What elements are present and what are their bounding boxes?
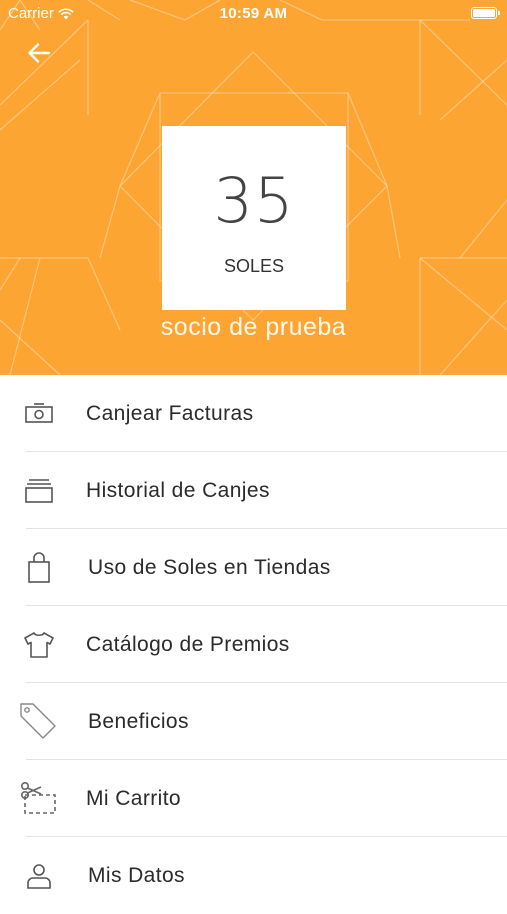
menu-item-label: Uso de Soles en Tiendas [88,556,331,579]
menu-item-mis-datos[interactable]: Mis Datos [0,837,507,914]
back-button[interactable] [22,36,56,70]
menu-item-catalogo-de-premios[interactable]: Catálogo de Premios [0,606,507,683]
menu-item-label: Historial de Canjes [86,479,270,502]
balance-card: 35 SOLES [162,126,346,310]
camera-icon [18,393,60,435]
status-time: 10:59 AM [219,5,288,22]
status-bar: Carrier 10:59 AM [0,0,507,28]
header-banner: Carrier 10:59 AM 35 SOLES socio de prueb… [0,0,507,375]
menu-item-uso-de-soles-en-tiendas[interactable]: Uso de Soles en Tiendas [0,529,507,606]
tshirt-icon [18,624,60,666]
stack-icon [18,470,60,512]
user-name: socio de prueba [160,313,347,341]
shopping-bag-icon [18,547,60,589]
menu-item-beneficios[interactable]: Beneficios [0,683,507,760]
menu-item-label: Mi Carrito [86,787,182,810]
tag-icon [18,701,60,743]
menu-item-historial-de-canjes[interactable]: Historial de Canjes [0,452,507,529]
arrow-left-icon [28,43,51,63]
menu-item-mi-carrito[interactable]: Mi Carrito [0,760,507,837]
user-icon [18,855,60,897]
menu-list: Canjear Facturas Historial de Canjes Uso… [0,375,507,914]
menu-item-label: Beneficios [88,710,189,733]
coupon-scissors-icon [18,778,60,820]
battery-icon [471,7,500,19]
menu-item-label: Catálogo de Premios [86,633,290,656]
menu-item-label: Mis Datos [88,864,185,887]
menu-item-label: Canjear Facturas [86,402,254,425]
balance-amount: 35 [213,164,295,237]
menu-item-canjear-facturas[interactable]: Canjear Facturas [0,375,507,452]
balance-unit: SOLES [223,256,285,276]
